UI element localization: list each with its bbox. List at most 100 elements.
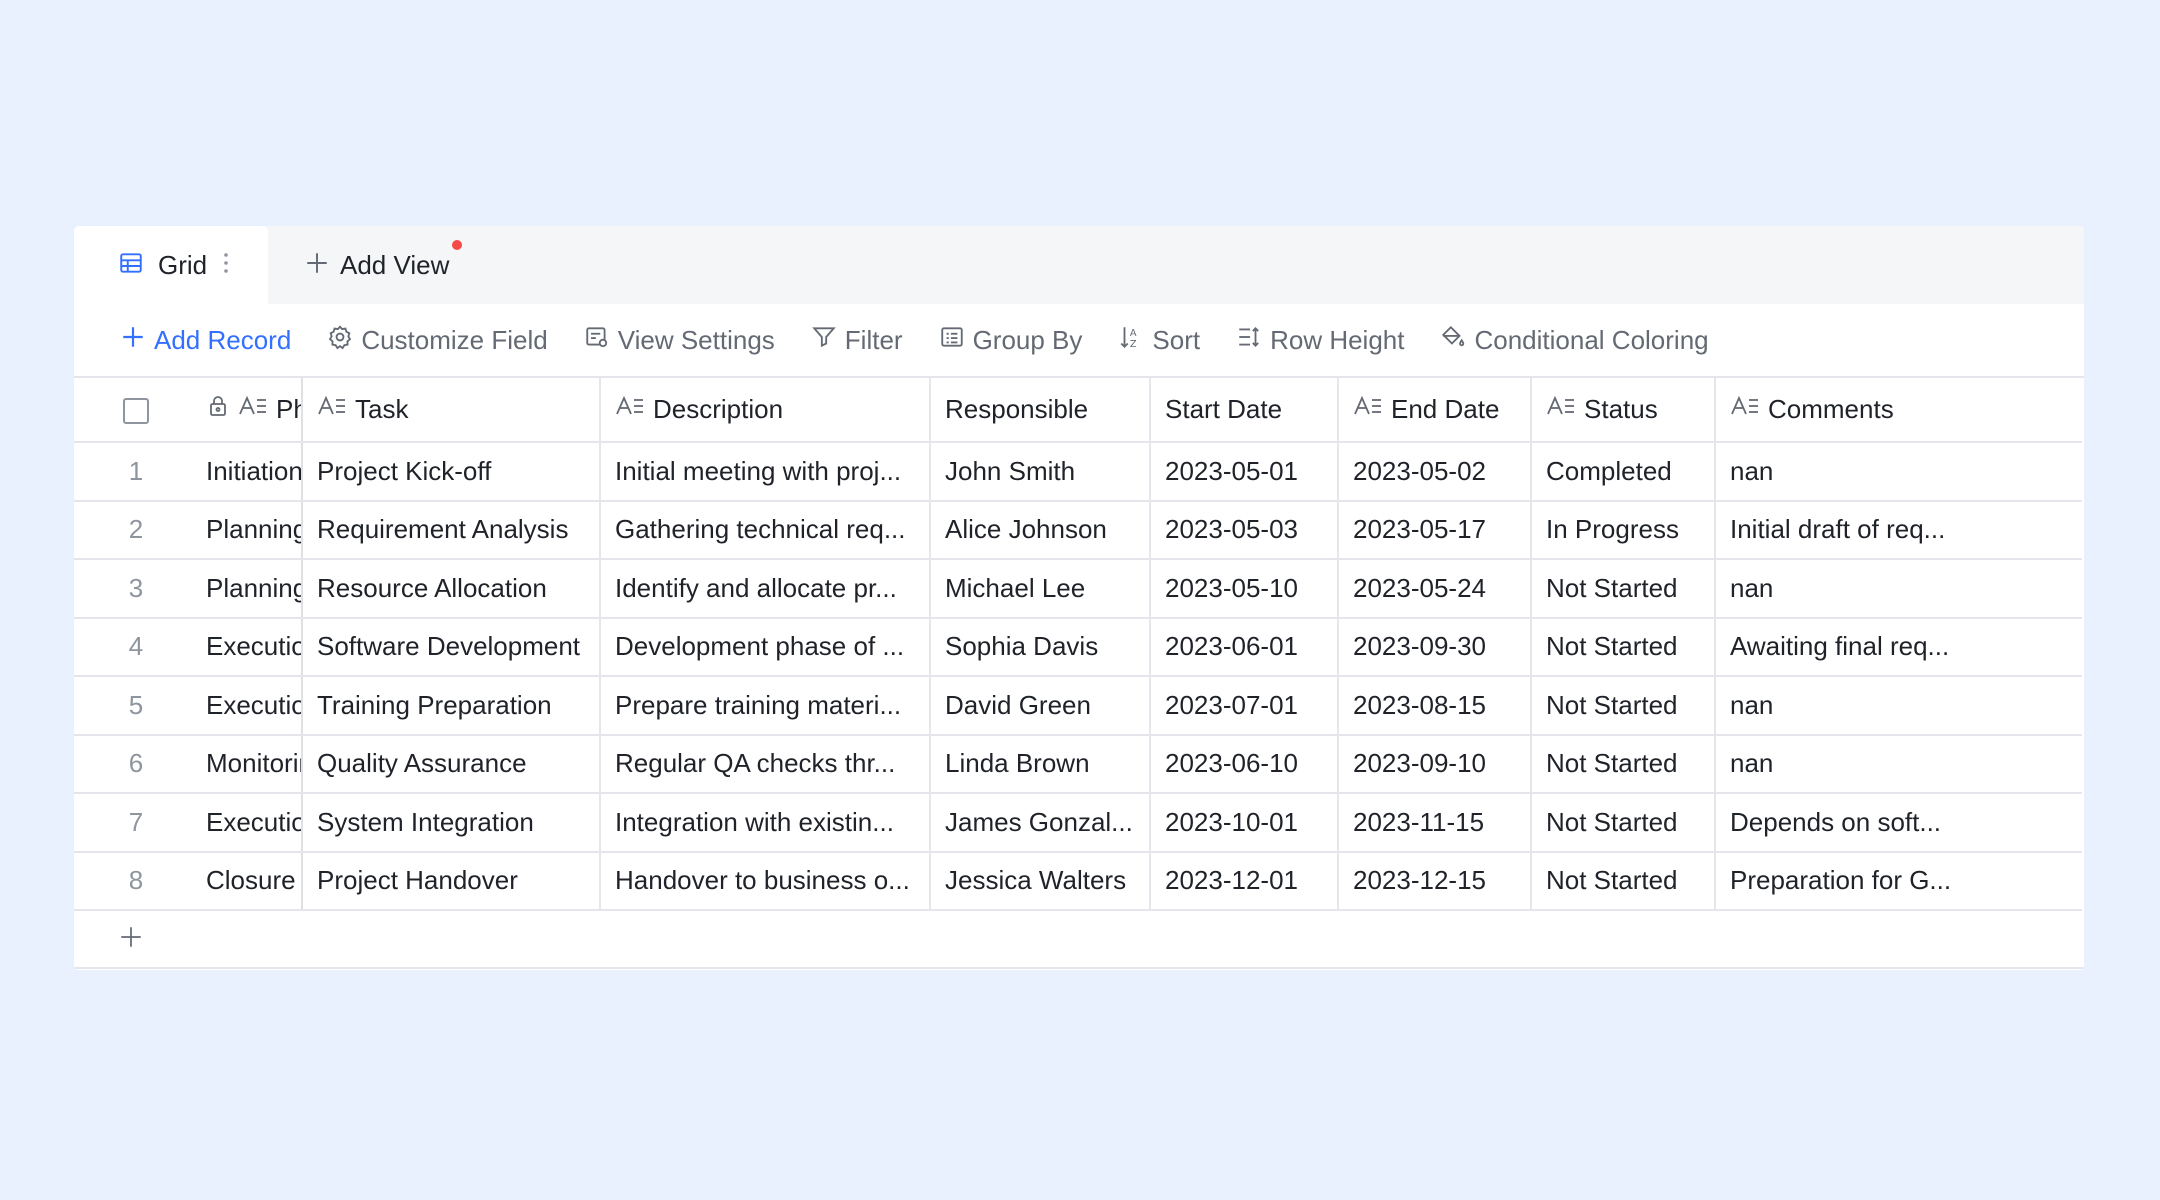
cell-comments[interactable]: Preparation for G... [1715,851,2082,911]
cell-phase[interactable]: Planning [198,500,303,560]
cell-description[interactable]: Prepare training materi... [600,676,931,736]
cell-start-date[interactable]: 2023-12-01 [1150,851,1339,911]
column-header-end-date[interactable]: End Date [1338,378,1532,443]
table-row[interactable]: 5 Execution Training Preparation Prepare… [74,676,2082,736]
add-row-plus-icon[interactable] [118,924,144,955]
cell-description[interactable]: Handover to business o... [600,851,931,911]
cell-description[interactable]: Development phase of ... [600,617,931,677]
cell-phase[interactable]: Execution [198,617,303,677]
conditional-coloring-button[interactable]: Conditional Coloring [1440,324,1709,357]
cell-task[interactable]: Resource Allocation [302,559,601,619]
cell-comments[interactable]: Initial draft of req... [1715,500,2082,560]
cell-status[interactable]: Not Started [1531,734,1716,794]
cell-task[interactable]: Project Handover [302,851,601,911]
cell-start-date[interactable]: 2023-06-10 [1150,734,1339,794]
select-all-checkbox[interactable] [123,398,149,425]
cell-responsible[interactable]: Michael Lee [930,559,1151,619]
cell-end-date[interactable]: 2023-05-17 [1338,500,1532,560]
group-by-button[interactable]: Group By [939,324,1082,357]
cell-phase[interactable]: Initiation [198,442,303,502]
cell-task[interactable]: Quality Assurance [302,734,601,794]
cell-responsible[interactable]: Linda Brown [930,734,1151,794]
paint-bucket-icon [1440,324,1474,357]
cell-status[interactable]: In Progress [1531,500,1716,560]
cell-phase[interactable]: Closure [198,851,303,911]
cell-responsible[interactable]: Jessica Walters [930,851,1151,911]
table-row[interactable]: 6 Monitoring Quality Assurance Regular Q… [74,734,2082,794]
cell-start-date[interactable]: 2023-06-01 [1150,617,1339,677]
conditional-coloring-label: Conditional Coloring [1474,324,1709,355]
cell-status[interactable]: Not Started [1531,559,1716,619]
column-header-comments[interactable]: Comments [1715,378,2082,443]
row-height-button[interactable]: Row Height [1236,324,1404,357]
cell-end-date[interactable]: 2023-11-15 [1338,793,1532,853]
cell-comments[interactable]: nan [1715,442,2082,502]
column-header-responsible[interactable]: Responsible [930,378,1151,443]
column-header-description[interactable]: Description [600,378,931,443]
cell-comments[interactable]: nan [1715,559,2082,619]
add-record-button[interactable]: Add Record [120,324,291,357]
row-height-label: Row Height [1270,324,1405,355]
column-header-start-date[interactable]: Start Date [1150,378,1339,443]
add-view-button[interactable]: Add View [304,226,449,304]
cell-task[interactable]: Training Preparation [302,676,601,736]
column-header-status[interactable]: Status [1531,378,1716,443]
column-header-phase[interactable]: Phase [198,378,303,443]
column-header-label: Task [355,394,409,424]
column-header-task[interactable]: Task [302,378,601,443]
view-settings-button[interactable]: View Settings [584,324,775,357]
cell-comments[interactable]: Depends on soft... [1715,793,2082,853]
more-vertical-icon[interactable] [223,252,229,279]
cell-end-date[interactable]: 2023-12-15 [1338,851,1532,911]
cell-start-date[interactable]: 2023-07-01 [1150,676,1339,736]
cell-phase[interactable]: Execution [198,676,303,736]
sort-button[interactable]: A Z Sort [1118,324,1200,357]
cell-status[interactable]: Not Started [1531,851,1716,911]
cell-responsible[interactable]: David Green [930,676,1151,736]
cell-description[interactable]: Identify and allocate pr... [600,559,931,619]
cell-phase[interactable]: Monitoring [198,734,303,794]
cell-description[interactable]: Regular QA checks thr... [600,734,931,794]
cell-responsible[interactable]: Alice Johnson [930,500,1151,560]
cell-start-date[interactable]: 2023-10-01 [1150,793,1339,853]
cell-end-date[interactable]: 2023-09-30 [1338,617,1532,677]
cell-responsible[interactable]: James Gonzal... [930,793,1151,853]
cell-description[interactable]: Integration with existin... [600,793,931,853]
cell-start-date[interactable]: 2023-05-03 [1150,500,1339,560]
table-row[interactable]: 4 Execution Software Development Develop… [74,617,2082,677]
cell-responsible[interactable]: John Smith [930,442,1151,502]
cell-start-date[interactable]: 2023-05-10 [1150,559,1339,619]
cell-description[interactable]: Gathering technical req... [600,500,931,560]
table-row[interactable]: 7 Execution System Integration Integrati… [74,793,2082,853]
cell-phase[interactable]: Planning [198,559,303,619]
cell-task[interactable]: Requirement Analysis [302,500,601,560]
cell-task[interactable]: Software Development [302,617,601,677]
cell-status[interactable]: Not Started [1531,793,1716,853]
cell-comments[interactable]: nan [1715,676,2082,736]
tab-grid[interactable]: Grid [74,226,268,304]
table-row[interactable]: 2 Planning Requirement Analysis Gatherin… [74,500,2082,560]
filter-button[interactable]: Filter [811,324,903,357]
tab-grid-label: Grid [158,249,208,280]
cell-status[interactable]: Not Started [1531,617,1716,677]
cell-comments[interactable]: Awaiting final req... [1715,617,2082,677]
table-row[interactable]: 3 Planning Resource Allocation Identify … [74,559,2082,619]
cell-end-date[interactable]: 2023-08-15 [1338,676,1532,736]
cell-task[interactable]: Project Kick-off [302,442,601,502]
cell-start-date[interactable]: 2023-05-01 [1150,442,1339,502]
cell-comments[interactable]: nan [1715,734,2082,794]
cell-end-date[interactable]: 2023-05-24 [1338,559,1532,619]
cell-end-date[interactable]: 2023-05-02 [1338,442,1532,502]
cell-responsible[interactable]: Sophia Davis [930,617,1151,677]
cell-status[interactable]: Completed [1531,442,1716,502]
table-row[interactable]: 1 Initiation Project Kick-off Initial me… [74,442,2082,502]
table-row[interactable]: 8 Closure Project Handover Handover to b… [74,851,2082,911]
cell-end-date[interactable]: 2023-09-10 [1338,734,1532,794]
select-all-cell[interactable] [74,378,198,443]
cell-phase[interactable]: Execution [198,793,303,853]
customize-field-button[interactable]: Customize Field [327,324,548,357]
cell-status[interactable]: Not Started [1531,676,1716,736]
cell-task[interactable]: System Integration [302,793,601,853]
cell-description[interactable]: Initial meeting with proj... [600,442,931,502]
group-by-icon [939,324,973,357]
